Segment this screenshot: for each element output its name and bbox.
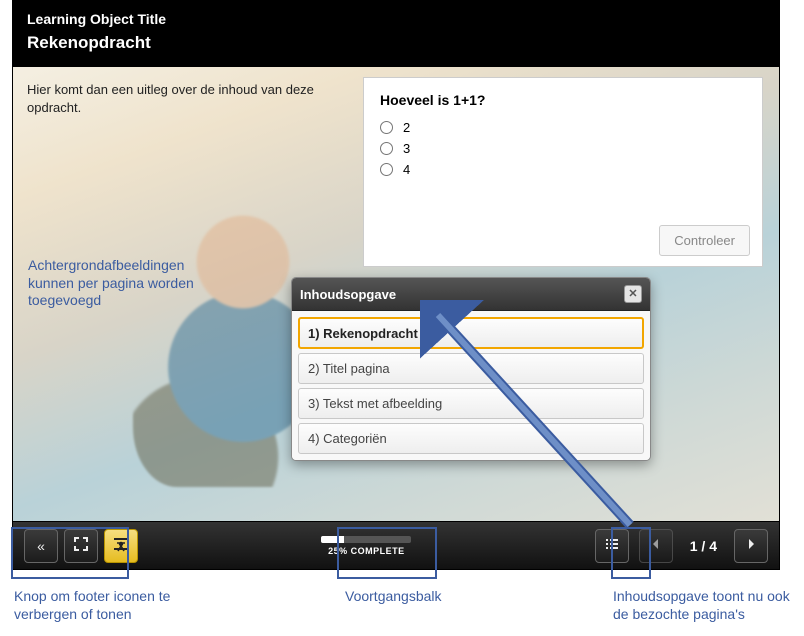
progress-bar: 25% COMPLETE [141,536,592,556]
fullscreen-button[interactable] [64,529,98,563]
annotation-progress: Voortgangsbalk [345,588,442,606]
toc-button[interactable] [595,529,629,563]
list-icon [604,536,620,556]
annotation-bg-images: Achtergrondafbeeldingen kunnen per pagin… [28,257,228,310]
quiz-question: Hoeveel is 1+1? [380,92,746,108]
next-page-button[interactable] [734,529,768,563]
page-title: Rekenopdracht [27,33,765,53]
quiz-radio[interactable] [380,121,393,134]
arrow-right-icon [744,537,758,555]
collapse-footer-button[interactable]: « [24,529,58,563]
fullscreen-icon [73,536,89,556]
accessibility-icon [112,535,130,557]
prev-page-button[interactable] [639,529,673,563]
progress-fill [321,536,344,543]
visited-check-icon [424,325,437,341]
arrow-left-icon [649,537,663,555]
pager: 1 / 4 [592,529,771,563]
toc-header: Inhoudsopgave ✕ [292,278,650,311]
quiz-option[interactable]: 3 [380,141,746,156]
quiz-radio[interactable] [380,163,393,176]
toc-item-label: 1) Rekenopdracht [308,326,418,341]
accessibility-button[interactable] [104,529,138,563]
close-icon[interactable]: ✕ [624,285,642,303]
toc-panel: Inhoudsopgave ✕ 1) Rekenopdracht 2) Tite… [291,277,651,461]
toc-item-categorien[interactable]: 4) Categoriën [298,423,644,454]
learning-object-title: Learning Object Title [27,11,765,27]
annotation-toc-visited: Inhoudsopgave toont nu ook de bezochte p… [613,588,798,623]
header-bar: Learning Object Title Rekenopdracht [13,1,779,67]
quiz-option[interactable]: 4 [380,162,746,177]
quiz-option-label: 3 [403,141,410,156]
footer-bar: « 25% COMPLETE [13,521,779,569]
quiz-option-label: 2 [403,120,410,135]
description-text: Hier komt dan een uitleg over de inhoud … [27,81,327,116]
toc-item-tekst-afbeelding[interactable]: 3) Tekst met afbeelding [298,388,644,419]
quiz-radio[interactable] [380,142,393,155]
annotation-footer-toggle: Knop om footer iconen te verbergen of to… [14,588,224,623]
toc-item-label: 3) Tekst met afbeelding [308,396,442,411]
quiz-panel: Hoeveel is 1+1? 2 3 4 Controleer [363,77,763,267]
check-button[interactable]: Controleer [659,225,750,256]
progress-label: 25% COMPLETE [141,546,592,556]
toc-item-rekenopdracht[interactable]: 1) Rekenopdracht [298,317,644,349]
toc-item-label: 2) Titel pagina [308,361,390,376]
page-counter: 1 / 4 [680,538,727,554]
toc-body: 1) Rekenopdracht 2) Titel pagina 3) Teks… [292,311,650,460]
toc-title: Inhoudsopgave [300,287,396,302]
toc-item-label: 4) Categoriën [308,431,387,446]
progress-track [321,536,411,543]
quiz-option[interactable]: 2 [380,120,746,135]
quiz-option-label: 4 [403,162,410,177]
toc-item-titel-pagina[interactable]: 2) Titel pagina [298,353,644,384]
